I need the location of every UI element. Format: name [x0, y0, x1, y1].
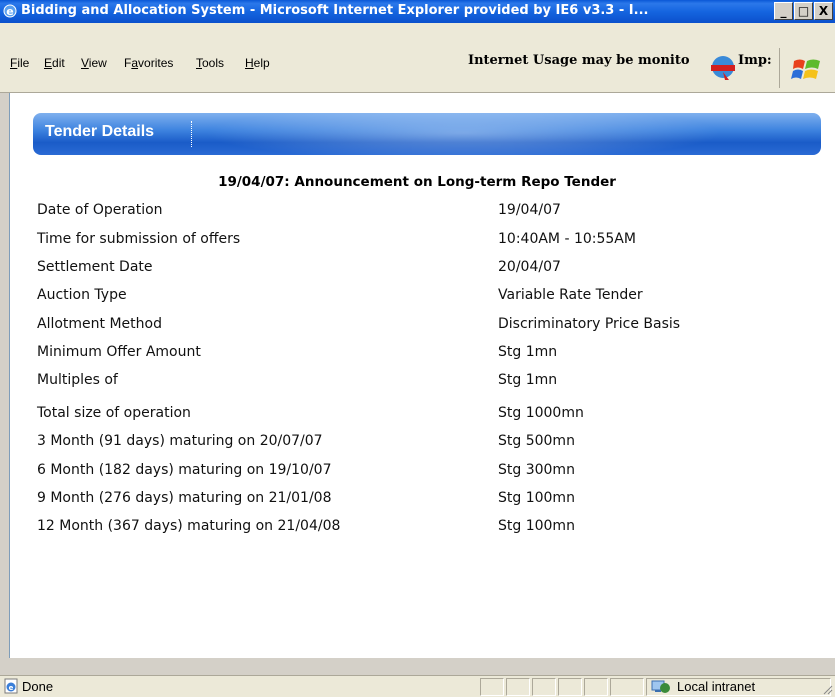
window-title: Bidding and Allocation System - Microsof… — [21, 3, 649, 18]
detail-row: 9 Month (276 days) maturing on 21/01/08 S… — [37, 490, 817, 510]
zone-text: Local intranet — [677, 679, 756, 694]
page-heading: 19/04/07: Announcement on Long-term Repo… — [218, 174, 616, 190]
status-pane — [506, 678, 530, 696]
detail-label: 6 Month (182 days) maturing on 19/10/07 — [37, 462, 332, 478]
detail-label: Minimum Offer Amount — [37, 344, 201, 360]
detail-value: Discriminatory Price Basis — [498, 316, 681, 332]
detail-row: 6 Month (182 days) maturing on 19/10/07 S… — [37, 462, 817, 482]
menu-help-accel: H — [245, 56, 254, 70]
usage-notice-tail: Imp: — [738, 53, 772, 68]
detail-row: Time for submission of offers 10:40AM - 1… — [37, 231, 817, 251]
detail-value: Stg 100mn — [498, 518, 575, 534]
menu-tools[interactable]: Tools — [196, 56, 224, 70]
detail-value: Stg 1000mn — [498, 405, 584, 421]
detail-label: Date of Operation — [37, 202, 163, 218]
detail-label: Multiples of — [37, 372, 118, 388]
detail-label: Time for submission of offers — [37, 231, 241, 247]
detail-value: Stg 300mn — [498, 462, 575, 478]
detail-label: Allotment Method — [37, 316, 162, 332]
detail-row: 12 Month (367 days) maturing on 21/04/08… — [37, 518, 817, 538]
local-intranet-icon — [651, 680, 670, 693]
detail-row: Auction Type Variable Rate Tender — [37, 287, 817, 307]
detail-row: Date of Operation 19/04/07 — [37, 202, 817, 222]
menu-help-rest: elp — [253, 56, 270, 70]
status-pane — [480, 678, 504, 696]
toolbar-separator — [779, 48, 780, 88]
menu-edit-rest: dit — [52, 56, 65, 70]
menu-tools-rest: ools — [202, 56, 225, 70]
detail-label: Settlement Date — [37, 259, 153, 275]
minimize-button[interactable]: _ — [774, 2, 793, 20]
detail-label: Auction Type — [37, 287, 127, 303]
detail-row: Settlement Date 20/04/07 — [37, 259, 817, 279]
menu-view-rest: iew — [88, 56, 107, 70]
detail-label: Total size of operation — [37, 405, 191, 421]
status-bar: e Done Local intranet — [0, 675, 835, 697]
detail-label: 3 Month (91 days) maturing on 20/07/07 — [37, 433, 323, 449]
detail-row: Allotment Method Discriminatory Price Bas… — [37, 316, 817, 336]
pdf-icon[interactable] — [708, 52, 738, 82]
detail-value: Stg 500mn — [498, 433, 575, 449]
status-pane — [532, 678, 556, 696]
tender-details-banner: Tender Details — [33, 113, 821, 155]
detail-value: 10:40AM - 10:55AM — [498, 231, 636, 247]
usage-notice: Internet Usage may be monito — [468, 53, 690, 68]
close-button[interactable]: X — [814, 2, 833, 20]
menu-file-rest: ile — [17, 56, 30, 70]
svg-text:e: e — [6, 5, 13, 18]
menu-favorites[interactable]: Favorites — [124, 56, 173, 70]
detail-value: 19/04/07 — [498, 202, 561, 218]
detail-value: 20/04/07 — [498, 259, 561, 275]
banner-swoosh — [183, 113, 743, 155]
page-content: Tender Details 19/04/07: Announcement on… — [9, 93, 835, 658]
detail-value: Stg 100mn — [498, 490, 575, 506]
status-pane — [610, 678, 644, 696]
status-pane — [558, 678, 582, 696]
maximize-button[interactable]: □ — [794, 2, 813, 20]
banner-title: Tender Details — [45, 123, 155, 140]
detail-label: 12 Month (367 days) maturing on 21/04/08 — [37, 518, 341, 534]
menu-edit-accel: E — [44, 56, 53, 70]
menu-edit[interactable]: Edit — [44, 56, 65, 70]
detail-label: 9 Month (276 days) maturing on 21/01/08 — [37, 490, 332, 506]
detail-value: Stg 1mn — [498, 372, 558, 388]
page-done-icon: e — [4, 678, 18, 694]
detail-value: Stg 1mn — [498, 344, 558, 360]
menu-bar: File Edit View Favorites Tools Help Inte… — [0, 23, 835, 93]
internet-explorer-icon: e — [3, 4, 17, 18]
svg-text:e: e — [9, 684, 14, 692]
banner-divider — [191, 121, 194, 147]
menu-favorites-rest: vorites — [138, 56, 174, 70]
windows-logo-icon — [791, 59, 820, 79]
resize-grip-icon[interactable] — [821, 683, 833, 695]
menu-file[interactable]: File — [10, 56, 29, 70]
status-text: Done — [22, 679, 54, 694]
detail-value: Variable Rate Tender — [498, 287, 643, 303]
status-pane — [584, 678, 608, 696]
detail-row: 3 Month (91 days) maturing on 20/07/07 St… — [37, 433, 817, 453]
detail-row: Multiples of Stg 1mn — [37, 372, 817, 392]
window-title-bar[interactable]: e Bidding and Allocation System - Micros… — [0, 0, 835, 23]
detail-row: Minimum Offer Amount Stg 1mn — [37, 344, 817, 364]
menu-view-accel: V — [81, 56, 89, 70]
menu-view[interactable]: View — [81, 56, 107, 70]
detail-row: Total size of operation Stg 1000mn — [37, 405, 817, 425]
menu-help[interactable]: Help — [245, 56, 270, 70]
